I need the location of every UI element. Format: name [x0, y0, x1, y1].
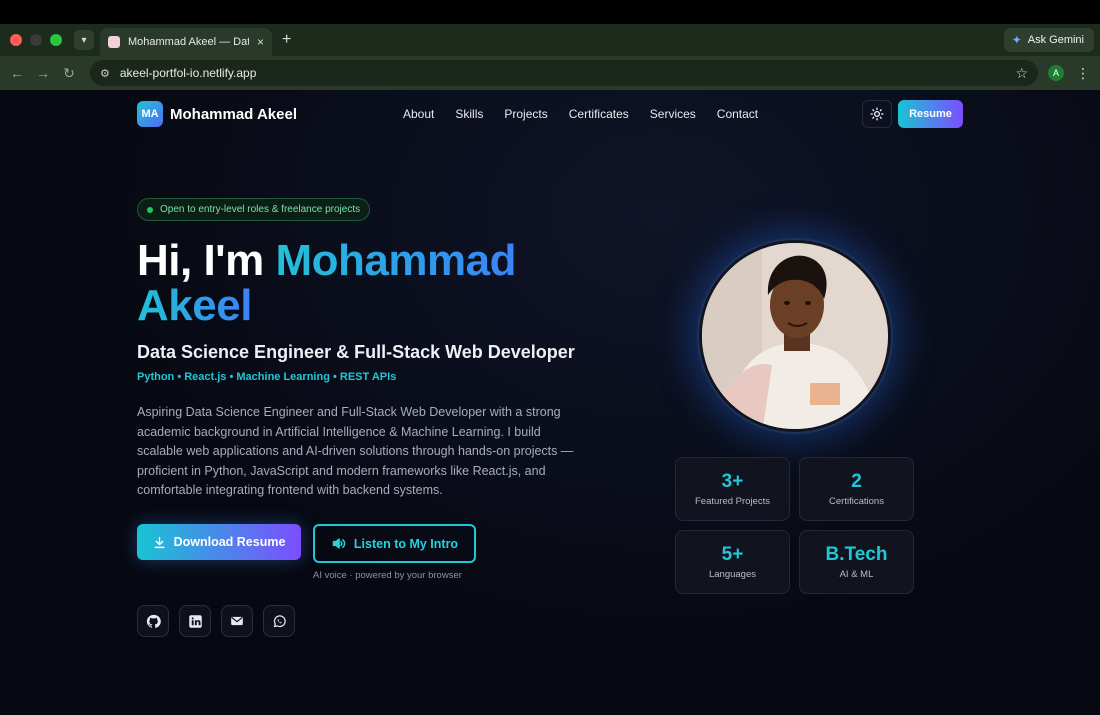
chevron-down-icon: ▾: [81, 34, 87, 46]
sun-icon: [870, 107, 884, 121]
stat-card-languages: 5+ Languages: [675, 530, 790, 594]
listen-intro-button[interactable]: Listen to My Intro: [313, 524, 476, 563]
stat-label: Languages: [708, 569, 757, 580]
hero-subtitle: Data Science Engineer & Full-Stack Web D…: [137, 342, 575, 362]
stat-card-projects: 3+ Featured Projects: [675, 457, 790, 521]
address-toolbar: ← → ↻ ⚙ akeel-portfol-io.netlify.app ☆ A…: [0, 56, 1100, 90]
whatsapp-icon: [273, 614, 286, 627]
theme-toggle-button[interactable]: [862, 100, 892, 128]
ai-voice-note: AI voice · powered by your browser: [313, 570, 462, 581]
stat-label: Certifications: [829, 496, 884, 507]
hero-description: Aspiring Data Science Engineer and Full-…: [137, 405, 574, 497]
stat-label: Featured Projects: [695, 496, 770, 507]
email-link[interactable]: [221, 605, 253, 637]
back-arrow-icon[interactable]: ←: [4, 65, 30, 81]
mail-icon: [231, 616, 243, 626]
stat-value: 5+: [721, 544, 744, 565]
github-icon: [146, 614, 161, 628]
download-resume-button[interactable]: Download Resume: [137, 524, 301, 560]
nav-menu: About Skills Projects Certificates Servi…: [403, 100, 758, 128]
url-text[interactable]: akeel-portfol-io.netlify.app: [120, 66, 1006, 80]
hero-heading: Hi, I'm Mohammad Akeel: [137, 238, 617, 328]
ask-gemini-button[interactable]: ✦ Ask Gemini: [1003, 28, 1094, 52]
browser-tab-active[interactable]: Mohammad Akeel — Data Sci ×: [100, 28, 272, 56]
hero-name-first: Mohammad: [275, 236, 516, 285]
stat-value: B.Tech: [825, 544, 888, 565]
forward-arrow-icon[interactable]: →: [30, 65, 56, 81]
bookmark-star-icon[interactable]: ☆: [1015, 65, 1028, 82]
stat-value: 2: [851, 471, 862, 492]
stat-value: 3+: [721, 471, 744, 492]
nav-link-contact[interactable]: Contact: [717, 107, 758, 121]
profile-photo: [699, 240, 891, 432]
ask-gemini-label: Ask Gemini: [1027, 34, 1084, 46]
site-info-icon[interactable]: ⚙: [100, 67, 110, 80]
whatsapp-link[interactable]: [263, 605, 295, 637]
site-favicon-icon: [108, 36, 120, 48]
tech-stack-line: Python • React.js • Machine Learning • R…: [137, 371, 397, 383]
url-bar[interactable]: ⚙ akeel-portfol-io.netlify.app ☆: [90, 60, 1038, 86]
new-tab-button[interactable]: +: [282, 31, 291, 49]
github-link[interactable]: [137, 605, 169, 637]
hero-greeting: Hi, I'm: [137, 236, 276, 285]
download-resume-label: Download Resume: [173, 535, 286, 549]
nav-link-about[interactable]: About: [403, 107, 434, 121]
profile-avatar[interactable]: A: [1048, 65, 1064, 81]
availability-text: Open to entry-level roles & freelance pr…: [160, 204, 361, 215]
hero-name-last: Akeel: [137, 281, 252, 330]
browser-titlebar: ▾ Mohammad Akeel — Data Sci × + ✦ Ask Ge…: [0, 24, 1100, 56]
social-links: [137, 605, 295, 637]
nav-link-skills[interactable]: Skills: [455, 107, 483, 121]
availability-badge: Open to entry-level roles & freelance pr…: [137, 198, 371, 221]
linkedin-icon: [188, 614, 202, 628]
browser-menu-icon[interactable]: ⋮: [1076, 65, 1090, 82]
nav-link-services[interactable]: Services: [650, 107, 696, 121]
close-window-button[interactable]: [10, 34, 22, 46]
site-navbar: MA Mohammad Akeel About Skills Projects …: [137, 100, 963, 128]
logo-name[interactable]: Mohammad Akeel: [170, 106, 297, 123]
reload-icon[interactable]: ↻: [56, 65, 82, 82]
speaker-icon: [332, 538, 346, 549]
stat-card-certifications: 2 Certifications: [799, 457, 914, 521]
linkedin-link[interactable]: [179, 605, 211, 637]
nav-link-projects[interactable]: Projects: [504, 107, 547, 121]
minimize-window-button[interactable]: [30, 34, 42, 46]
maximize-window-button[interactable]: [50, 34, 62, 46]
logo-badge[interactable]: MA: [137, 101, 163, 127]
profile-photo-image: [702, 243, 888, 429]
status-dot-icon: [147, 206, 153, 213]
listen-intro-label: Listen to My Intro: [353, 536, 459, 551]
portfolio-page: MA Mohammad Akeel About Skills Projects …: [0, 90, 1100, 715]
tab-list-button[interactable]: ▾: [74, 30, 94, 50]
resume-button[interactable]: Resume: [898, 100, 963, 128]
nav-link-certificates[interactable]: Certificates: [569, 107, 629, 121]
tab-title: Mohammad Akeel — Data Sci: [128, 36, 249, 48]
download-icon: [154, 536, 165, 548]
window-controls: [10, 34, 62, 46]
close-tab-icon[interactable]: ×: [257, 35, 264, 49]
window-top-strip: [0, 0, 1100, 24]
stat-card-degree: B.Tech AI & ML: [799, 530, 914, 594]
gemini-sparkle-icon: ✦: [1011, 33, 1022, 47]
stat-label: AI & ML: [839, 569, 874, 580]
